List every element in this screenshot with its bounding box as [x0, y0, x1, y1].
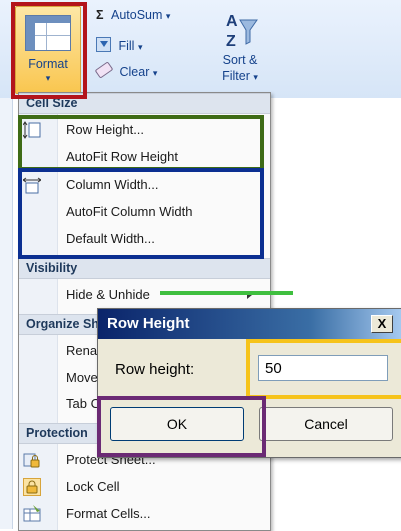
filter-label: Filter ▾: [222, 69, 258, 83]
lock-icon: [23, 478, 41, 496]
sort-label: Sort &: [222, 53, 258, 67]
protect-sheet-icon: [23, 451, 41, 469]
format-icon: [25, 15, 71, 51]
ok-button[interactable]: OK: [110, 407, 244, 441]
eraser-icon: [94, 61, 114, 79]
menu-item-label: Format Cells...: [66, 506, 151, 521]
clear-button[interactable]: Clear ▾: [94, 61, 158, 79]
menu-item-default-width[interactable]: Default Width...: [19, 226, 270, 253]
ribbon-editing-group: Format ▾ Σ AutoSum ▾ Fill ▾ Clear ▾ A Z …: [0, 0, 401, 98]
format-button[interactable]: Format ▾: [15, 6, 81, 94]
sort-az-icon: A Z: [224, 10, 258, 50]
format-cells-icon: [23, 505, 41, 523]
menu-item-row-height[interactable]: Row Height...: [19, 117, 270, 144]
chevron-down-icon: ▾: [45, 73, 51, 83]
dialog-titlebar[interactable]: Row Height X: [98, 309, 401, 339]
menu-item-format-cells[interactable]: Format Cells...: [19, 501, 270, 528]
menu-item-column-width[interactable]: Column Width...: [19, 172, 270, 199]
sort-filter-button[interactable]: A Z Sort & Filter ▾: [212, 6, 268, 92]
fill-label: Fill: [118, 39, 135, 53]
chevron-down-icon: ▾: [137, 42, 143, 52]
menu-item-hide-unhide[interactable]: Hide & Unhide: [19, 282, 270, 309]
dialog-title: Row Height: [107, 315, 190, 332]
menu-item-label: Hide & Unhide: [66, 287, 150, 302]
cancel-button[interactable]: Cancel: [259, 407, 393, 441]
fill-icon: [96, 37, 111, 52]
fill-button[interactable]: Fill ▾: [96, 37, 142, 53]
sigma-icon: Σ: [96, 8, 104, 22]
section-header-cell-size: Cell Size: [19, 93, 270, 114]
row-height-input[interactable]: [258, 355, 388, 381]
menu-item-label: AutoFit Column Width: [66, 204, 193, 219]
clear-label: Clear: [119, 65, 150, 79]
menu-item-autofit-row-height[interactable]: AutoFit Row Height: [19, 144, 270, 171]
autosum-button[interactable]: Σ AutoSum ▾: [96, 8, 170, 22]
close-button[interactable]: X: [371, 315, 393, 333]
format-label: Format: [28, 57, 68, 71]
row-height-icon: [22, 121, 41, 139]
autosum-label: AutoSum: [111, 8, 163, 22]
menu-item-label: Lock Cell: [66, 479, 120, 494]
menu-item-label: AutoFit Row Height: [66, 149, 178, 164]
menu-item-label: Row Height...: [66, 122, 145, 137]
svg-text:A: A: [226, 13, 238, 30]
submenu-edge: [160, 291, 293, 295]
row-height-label: Row height:: [115, 361, 195, 378]
column-width-icon: [22, 176, 42, 194]
chevron-down-icon: ▾: [165, 11, 171, 21]
menu-item-autofit-column-width[interactable]: AutoFit Column Width: [19, 199, 270, 226]
menu-item-label: Column Width...: [66, 177, 159, 192]
chevron-down-icon: ▾: [152, 68, 158, 78]
menu-item-lock-cell[interactable]: Lock Cell: [19, 474, 270, 501]
svg-text:Z: Z: [226, 33, 236, 50]
menu-item-label: Default Width...: [66, 231, 155, 246]
section-header-visibility: Visibility: [19, 258, 270, 279]
row-height-dialog: Row Height X Row height: OK Cancel: [97, 308, 401, 458]
